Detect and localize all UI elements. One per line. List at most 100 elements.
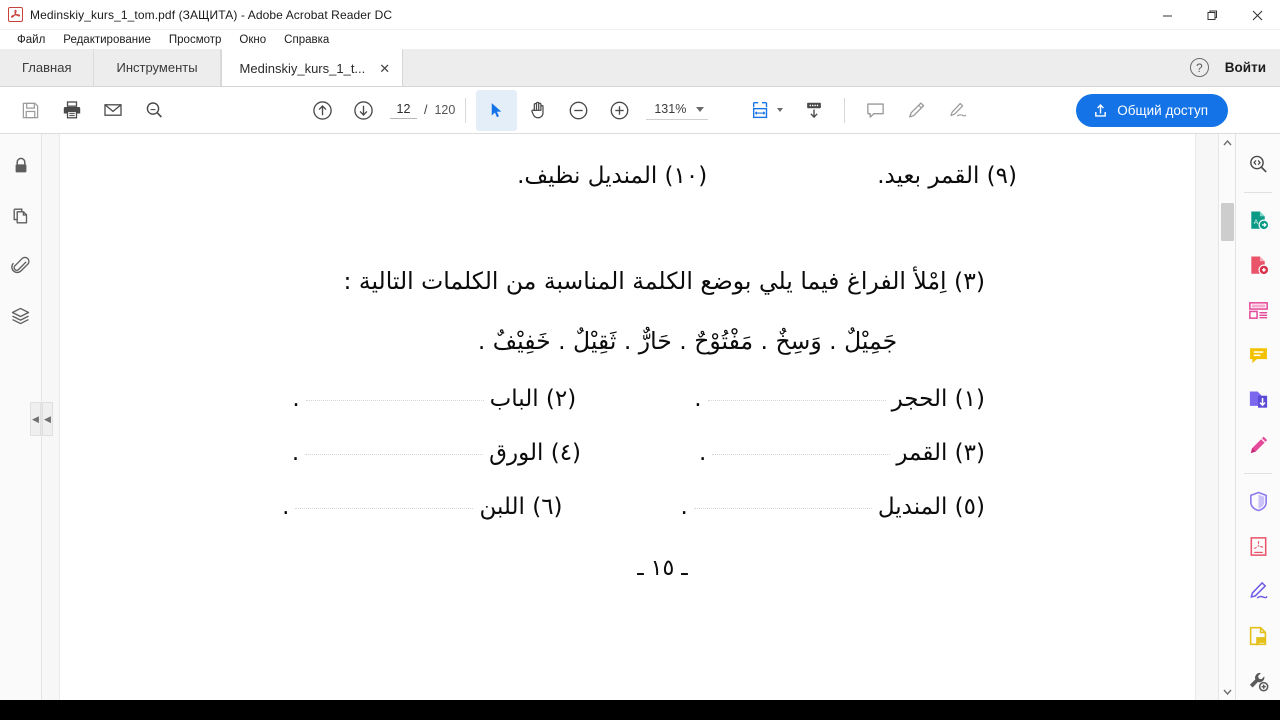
page-number-input[interactable]: 12 <box>390 101 417 119</box>
minimize-button[interactable] <box>1145 0 1190 30</box>
export-pdf-icon[interactable]: A <box>1238 200 1278 241</box>
pdf-page-content: (٩) القمر بعيد. (١٠) المنديل نظيف. (٣) ا… <box>60 134 1195 700</box>
chevron-down-icon[interactable] <box>696 106 705 112</box>
comment-icon[interactable] <box>855 90 896 131</box>
compress-pdf-icon[interactable] <box>1238 526 1278 567</box>
bottom-black-strip <box>0 700 1280 720</box>
protect-shield-icon[interactable] <box>1238 481 1278 522</box>
document-viewer: (٩) القمر بعيد. (١٠) المنديل نظيف. (٣) ا… <box>42 134 1218 700</box>
combine-files-icon[interactable] <box>1238 380 1278 421</box>
blank-item-label: (٥) المنديل <box>877 493 985 520</box>
tab-document-label: Medinskiy_kurs_1_t... <box>239 60 366 76</box>
exercise-heading: (٣) اِمْلأ الفراغ فيما يلي بوضع الكلمة ا… <box>343 266 985 295</box>
svg-text:A: A <box>1253 219 1258 226</box>
page-total: 120 <box>434 103 456 117</box>
fill-sign-icon[interactable] <box>1238 571 1278 612</box>
menu-edit[interactable]: Редактирование <box>54 32 160 48</box>
blank-period: . <box>292 385 300 412</box>
edit-pdf-icon[interactable] <box>1238 425 1278 466</box>
window-title: Medinskiy_kurs_1_tom.pdf (ЗАЩИТА) - Adob… <box>30 7 393 22</box>
blank-period: . <box>291 439 300 466</box>
left-panel-collapse-handle[interactable]: ◀ <box>30 402 41 436</box>
blank-period: . <box>680 493 688 520</box>
more-tools-wrench-icon[interactable] <box>1238 661 1278 700</box>
blank-row: (٥) المنديل . (٦) اللبن . <box>120 494 985 520</box>
tab-home[interactable]: Главная <box>0 49 95 86</box>
blank-item-2: (٢) الباب . <box>292 386 576 412</box>
scrollbar-track[interactable] <box>1219 151 1236 683</box>
pdf-page-sheet: (٩) القمر بعيد. (١٠) المنديل نظيف. (٣) ا… <box>60 134 1195 700</box>
search-icon[interactable] <box>133 90 174 131</box>
search-tool-icon[interactable] <box>1238 144 1278 185</box>
blank-item-1: (١) الحجر . <box>694 386 985 412</box>
tab-document[interactable]: Medinskiy_kurs_1_t... ✕ <box>220 49 404 86</box>
menu-file[interactable]: Файл <box>8 32 54 48</box>
blank-item-label: (٣) القمر <box>896 439 985 466</box>
blank-item-3: (٣) القمر . <box>699 440 985 466</box>
restore-button[interactable] <box>1190 0 1235 30</box>
fit-page-button[interactable] <box>740 90 781 131</box>
next-page-button[interactable] <box>343 90 384 131</box>
blank-row: (١) الحجر . (٢) الباب . <box>120 386 985 412</box>
rail-separator <box>1244 192 1272 193</box>
blank-line <box>305 453 484 455</box>
close-icon[interactable]: ✕ <box>379 62 390 75</box>
hand-tool-button[interactable] <box>517 90 558 131</box>
left-navigation-rail: ◀ <box>0 134 42 700</box>
layers-icon[interactable] <box>6 302 36 330</box>
close-button[interactable] <box>1235 0 1280 30</box>
save-icon[interactable] <box>10 90 51 131</box>
tab-tools[interactable]: Инструменты <box>94 49 221 86</box>
page-navigation: 12 / 120 <box>390 101 455 119</box>
previous-page-button[interactable] <box>302 90 343 131</box>
right-panel-collapse-handle[interactable]: ◀ <box>42 402 53 436</box>
blank-line <box>305 399 484 401</box>
blank-item-6: (٦) اللبن . <box>282 494 562 520</box>
help-icon[interactable]: ? <box>1189 58 1209 77</box>
sign-icon[interactable] <box>937 90 978 131</box>
vertical-scrollbar[interactable] <box>1218 134 1235 700</box>
security-lock-icon[interactable] <box>6 152 36 180</box>
share-upload-icon <box>1093 103 1108 118</box>
scrollbar-thumb[interactable] <box>1220 203 1234 241</box>
stamp-icon[interactable] <box>1238 616 1278 657</box>
rail-separator-2 <box>1244 473 1272 474</box>
signin-button[interactable]: Войти <box>1225 60 1266 75</box>
pdf-icon <box>8 7 23 22</box>
word-bank: جَمِيْلٌ . وَسِخٌ . مَفْتُوْحٌ . حَارٌّ … <box>477 327 898 356</box>
sentence-9: (٩) القمر بعيد. <box>877 163 1017 189</box>
title-bar: Medinskiy_kurs_1_tom.pdf (ЗАЩИТА) - Adob… <box>0 0 1280 30</box>
blank-period: . <box>699 439 707 466</box>
create-pdf-icon[interactable] <box>1238 245 1278 286</box>
right-tools-rail: A <box>1235 134 1280 700</box>
menu-view[interactable]: Просмотр <box>160 32 231 48</box>
print-icon[interactable] <box>51 90 92 131</box>
tab-bar-right: ? Войти <box>1189 49 1280 86</box>
scroll-mode-button[interactable] <box>793 90 834 131</box>
menu-bar: Файл Редактирование Просмотр Окно Справк… <box>0 30 1280 50</box>
blank-item-label: (٤) الورق <box>489 439 582 466</box>
scroll-down-icon[interactable] <box>1219 683 1236 700</box>
zoom-level-select[interactable]: 131% <box>646 100 709 120</box>
document-page-footer: ـ ١٥ ـ <box>637 555 688 581</box>
scroll-up-icon[interactable] <box>1219 134 1236 151</box>
menu-help[interactable]: Справка <box>275 32 338 48</box>
blank-row: (٣) القمر . (٤) الورق . <box>120 440 985 466</box>
fit-page-chevron-icon[interactable] <box>777 108 784 112</box>
menu-window[interactable]: Окно <box>230 32 275 48</box>
highlight-icon[interactable] <box>896 90 937 131</box>
select-tool-button[interactable] <box>476 89 518 131</box>
zoom-in-icon[interactable] <box>599 90 640 131</box>
organize-pages-icon[interactable] <box>1238 290 1278 331</box>
comment-tool-icon[interactable] <box>1238 335 1278 376</box>
page-thumbnails-icon[interactable] <box>6 202 36 230</box>
main-toolbar: 12 / 120 131% Общий доступ <box>0 87 1280 134</box>
toolbar-separator-2 <box>844 97 846 123</box>
attachments-paperclip-icon[interactable] <box>6 252 36 280</box>
zoom-out-icon[interactable] <box>558 90 599 131</box>
acrobat-reader-window: Medinskiy_kurs_1_tom.pdf (ЗАЩИТА) - Adob… <box>0 0 1280 720</box>
share-button[interactable]: Общий доступ <box>1076 93 1228 127</box>
email-icon[interactable] <box>92 90 133 131</box>
blank-item-5: (٥) المنديل . <box>681 494 985 520</box>
blank-item-label: (٦) اللبن <box>479 493 563 520</box>
